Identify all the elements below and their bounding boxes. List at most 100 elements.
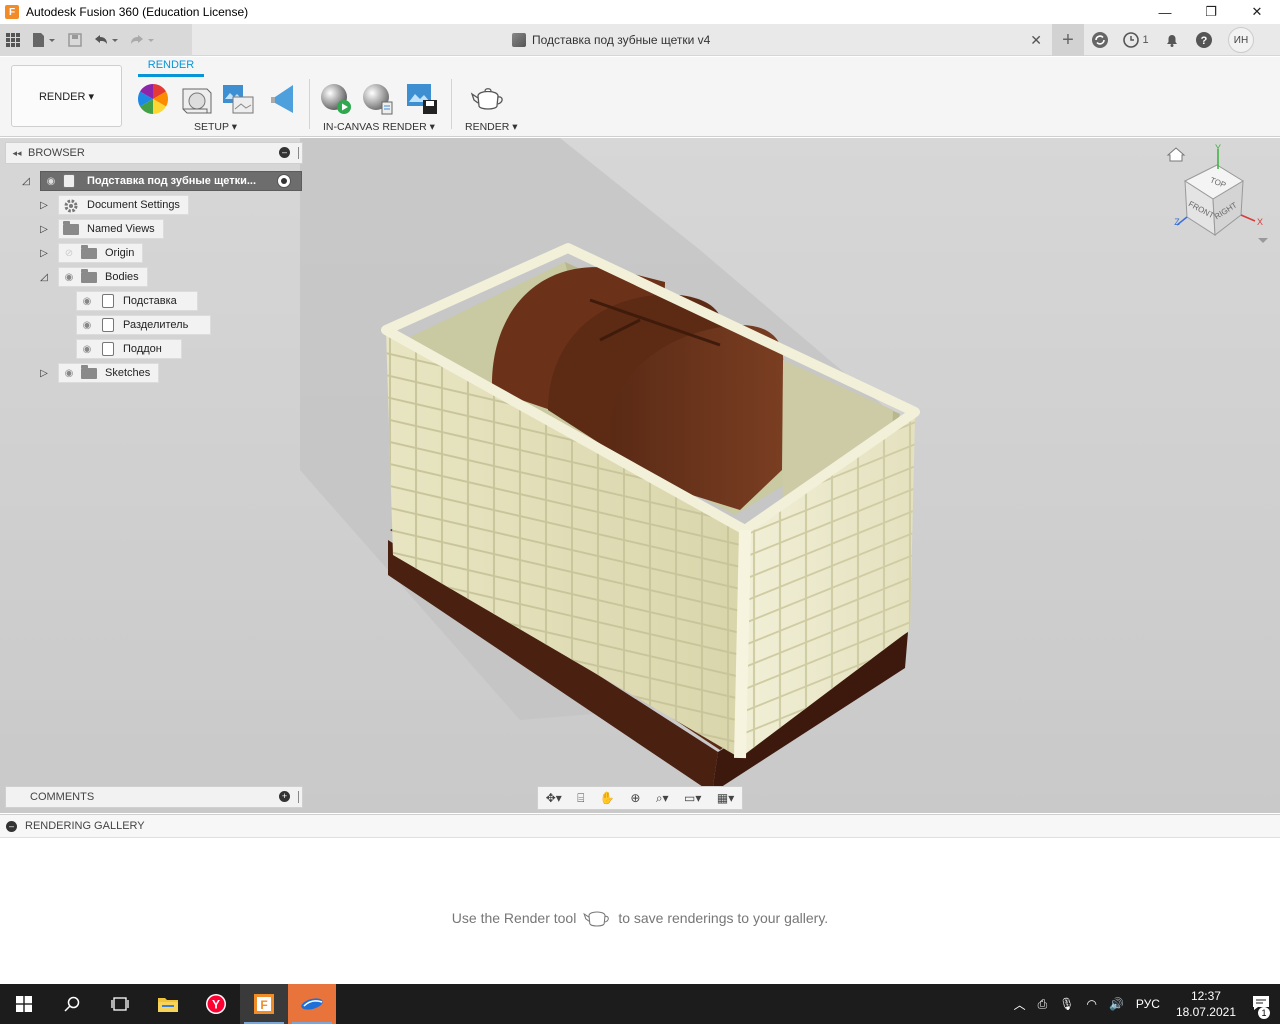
appearance-tool[interactable] (135, 81, 171, 117)
app-taskbar-button[interactable] (288, 984, 336, 1024)
look-at-icon[interactable]: ⌸ (577, 791, 584, 806)
viewcube-menu-icon[interactable] (1258, 238, 1268, 243)
grid-settings-icon[interactable]: ▦▾ (717, 791, 734, 805)
tree-item-named-views[interactable]: ▷ Named Views (37, 219, 164, 239)
visibility-eye-icon[interactable]: ◉ (59, 272, 79, 283)
input-language[interactable]: РУС (1136, 997, 1160, 1011)
tree-node[interactable]: ◉ Sketches (58, 363, 160, 383)
orbit-icon[interactable]: ✥▾ (546, 791, 562, 805)
add-comment-button[interactable]: + (279, 791, 290, 802)
quick-access-toolbar (0, 24, 192, 56)
notification-center-icon[interactable]: 1 (1252, 994, 1270, 1019)
undo-button[interactable] (88, 24, 124, 56)
expand-triangle-icon[interactable]: ▷ (38, 247, 50, 259)
gallery-message-after: to save renderings to your gallery. (618, 910, 829, 926)
hidden-eye-icon[interactable]: ⊘ (59, 248, 79, 259)
workspace-switcher[interactable]: RENDER ▾ (11, 65, 122, 127)
collapse-triangle-icon[interactable]: ◿ (20, 175, 32, 187)
visibility-eye-icon[interactable]: ◉ (77, 296, 97, 307)
help-icon: ? (1196, 32, 1212, 48)
texture-map-tool[interactable] (220, 81, 256, 117)
zoom-window-icon[interactable]: ⌕▾ (656, 791, 669, 806)
browser-minimize-button[interactable]: – (279, 147, 290, 158)
graphics-canvas[interactable]: TOP FRONT RIGHT Y Z X (0, 138, 1280, 813)
tray-overflow-icon[interactable]: ︿ (1014, 996, 1026, 1013)
decal-tool[interactable] (264, 81, 300, 117)
network-icon[interactable]: ◠ (1086, 997, 1096, 1011)
comments-header[interactable]: COMMENTS + (5, 786, 303, 808)
tree-root-node[interactable]: ◉ Подставка под зубные щетки... (40, 171, 302, 191)
tree-node[interactable]: ◉ Подставка (76, 291, 198, 311)
tree-node[interactable]: ◉ Bodies (58, 267, 148, 287)
display-settings-icon[interactable]: ▭▾ (684, 791, 701, 805)
meet-now-icon[interactable]: ⎙ (1038, 997, 1048, 1012)
help-button[interactable]: ? (1188, 24, 1220, 56)
activate-radio-icon[interactable] (277, 174, 291, 188)
visibility-eye-icon[interactable]: ◉ (77, 320, 97, 331)
visibility-eye-icon[interactable]: ◉ (59, 368, 79, 379)
capture-image-tool[interactable] (404, 81, 440, 117)
file-menu-button[interactable] (26, 24, 62, 56)
tree-item-document-settings[interactable]: ▷ Document Settings (37, 195, 189, 215)
tab-render[interactable]: RENDER (138, 59, 204, 77)
gallery-minimize-button[interactable]: – (6, 820, 17, 832)
tree-node[interactable]: ⊘ Origin (58, 243, 144, 263)
visibility-eye-icon[interactable]: ◉ (77, 344, 97, 355)
data-panel-button[interactable] (0, 24, 26, 56)
fusion360-icon: F (254, 994, 274, 1014)
tree-root-row[interactable]: ◿ ◉ Подставка под зубные щетки... (19, 171, 302, 191)
expand-triangle-icon[interactable]: ▷ (38, 223, 50, 235)
in-canvas-render-group-label[interactable]: IN-CANVAS RENDER ▾ (323, 121, 435, 133)
tree-item-body[interactable]: ◉ Разделитель (76, 315, 211, 335)
tree-item-origin[interactable]: ▷ ⊘ Origin (37, 243, 144, 263)
tree-item-bodies[interactable]: ◿ ◉ Bodies (37, 267, 148, 287)
setup-group-label[interactable]: SETUP ▾ (194, 121, 237, 133)
task-view-button[interactable] (96, 984, 144, 1024)
redo-button[interactable] (124, 24, 160, 56)
expand-triangle-icon[interactable]: ▷ (38, 199, 50, 211)
zoom-icon[interactable]: ⊕ (630, 791, 640, 805)
new-tab-button[interactable]: + (1052, 24, 1084, 56)
volume-icon[interactable]: 🔊 (1109, 997, 1124, 1011)
tree-item-body[interactable]: ◉ Подставка (76, 291, 198, 311)
viewcube[interactable]: TOP FRONT RIGHT Y Z X (1165, 143, 1275, 253)
save-button[interactable] (62, 24, 88, 56)
close-tab-button[interactable]: ✕ (1030, 32, 1042, 49)
job-status-button[interactable]: 1 (1116, 24, 1156, 56)
extensions-button[interactable] (1084, 24, 1116, 56)
minimize-button[interactable]: — (1142, 0, 1188, 24)
user-avatar[interactable]: ИН (1228, 27, 1254, 53)
quick-access-bar: Подставка под зубные щетки v4 ✕ + 1 ? ИН (0, 24, 1280, 56)
yandex-browser-button[interactable]: Y (192, 984, 240, 1024)
collapse-browser-icon[interactable]: ◂◂ (6, 148, 28, 159)
tree-item-sketches[interactable]: ▷ ◉ Sketches (37, 363, 160, 383)
scene-settings-tool[interactable] (178, 81, 214, 117)
expand-triangle-icon[interactable]: ▷ (38, 367, 50, 379)
render-group-label[interactable]: RENDER ▾ (465, 121, 518, 133)
in-canvas-render-settings-tool[interactable] (360, 81, 396, 117)
file-explorer-button[interactable] (144, 984, 192, 1024)
render-tool[interactable] (470, 81, 506, 117)
browser-pin-icon[interactable] (298, 147, 300, 159)
restore-button[interactable]: ❐ (1188, 0, 1234, 24)
collapse-triangle-icon[interactable]: ◿ (38, 271, 50, 283)
tree-node[interactable]: Named Views (58, 219, 164, 239)
fusion360-taskbar-button[interactable]: F (240, 984, 288, 1024)
notifications-button[interactable] (1156, 24, 1188, 56)
in-canvas-render-tool[interactable] (318, 81, 354, 117)
gallery-header[interactable]: – RENDERING GALLERY (0, 814, 1280, 838)
tree-item-body[interactable]: ◉ Поддон (76, 339, 182, 359)
tree-node[interactable]: ◉ Разделитель (76, 315, 211, 335)
tree-node[interactable]: ◉ Поддон (76, 339, 182, 359)
start-button[interactable] (0, 984, 48, 1024)
search-button[interactable] (48, 984, 96, 1024)
tree-node[interactable]: Document Settings (58, 195, 189, 215)
visibility-eye-icon[interactable]: ◉ (41, 176, 61, 187)
pan-hand-icon[interactable]: ✋ (600, 791, 615, 805)
document-tab[interactable]: Подставка под зубные щетки v4 ✕ (500, 24, 1050, 56)
comments-pin-icon[interactable] (298, 791, 300, 803)
home-icon[interactable] (1166, 147, 1186, 162)
close-window-button[interactable]: ✕ (1234, 0, 1280, 24)
clock[interactable]: 12:37 18.07.2021 (1176, 988, 1236, 1020)
microphone-icon[interactable]: 🎙 (1059, 997, 1074, 1011)
